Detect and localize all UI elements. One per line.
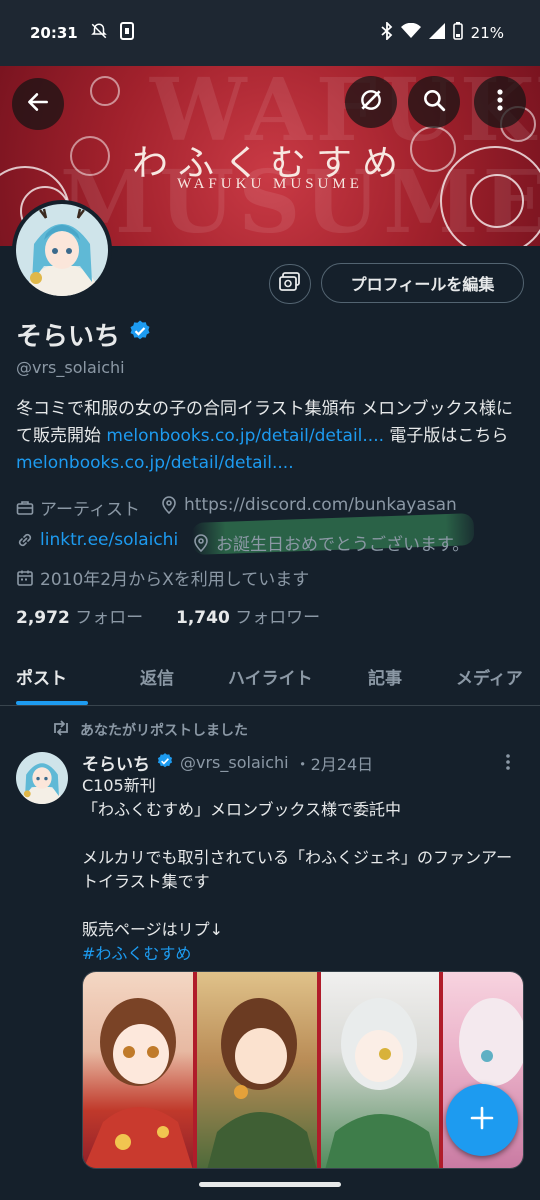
more-button[interactable] — [474, 76, 526, 128]
post-date: ・2月24日 — [294, 754, 374, 774]
sim-icon — [119, 22, 134, 44]
subscribe-card-button[interactable] — [269, 264, 311, 304]
tab-replies[interactable]: 返信 — [140, 664, 174, 689]
location-pin-icon — [192, 533, 210, 552]
media-panel-1 — [83, 972, 193, 1168]
category-text: アーティスト — [40, 500, 140, 520]
repost-label: あなたがリポストしました — [80, 723, 248, 739]
followers-label: フォロワー — [235, 608, 321, 628]
repost-icon — [52, 720, 70, 740]
post-author-name[interactable]: そらいち — [82, 750, 150, 775]
bio-text-2: 電子版はこちら — [384, 426, 509, 446]
edit-profile-button[interactable]: プロフィールを編集 — [321, 263, 524, 303]
search-icon — [421, 87, 447, 117]
profile-location: お誕生日おめでとうございます。 — [192, 530, 469, 555]
location-pin-icon — [160, 496, 178, 515]
follow-counts: 2,972 フォロー 1,740 フォロワー — [16, 603, 320, 628]
no-notification-icon — [90, 22, 108, 44]
battery-percent: 21% — [470, 24, 504, 42]
followers-count: 1,740 — [176, 608, 230, 628]
profile-tabs: ポスト 返信 ハイライト 記事 メディア — [0, 652, 540, 706]
profile-link[interactable]: linktr.ee/solaichi — [16, 530, 178, 550]
repost-indicator: あなたがリポストしました — [52, 720, 248, 740]
tab-articles[interactable]: 記事 — [368, 664, 402, 689]
media-panel-3 — [321, 972, 439, 1168]
website-text: https://discord.com/bunkayasan — [184, 495, 457, 515]
profile-handle: @vrs_solaichi — [16, 358, 125, 377]
location-text: お誕生日おめでとうございます。 — [216, 535, 470, 555]
profile-bio: 冬コミで和服の女の子の合同イラスト集頒布 メロンブックス様にて販売開始 melo… — [16, 396, 528, 477]
search-button[interactable] — [408, 76, 460, 128]
card-icon — [279, 272, 301, 296]
followers-link[interactable]: 1,740 フォロワー — [176, 608, 320, 628]
following-link[interactable]: 2,972 フォロー — [16, 608, 143, 628]
banner-logo-en: WAFUKU MUSUME — [177, 176, 363, 192]
post-hashtag[interactable]: #わふくむすめ — [82, 944, 191, 963]
profile-name: そらいち — [16, 322, 121, 352]
post-more-button[interactable] — [504, 752, 512, 776]
bio-link-1[interactable]: melonbooks.co.jp/detail/detail.... — [106, 426, 384, 446]
post-author-avatar[interactable] — [16, 752, 68, 804]
link-icon — [16, 531, 34, 549]
following-label: フォロー — [75, 608, 144, 628]
tab-highlights[interactable]: ハイライト — [228, 664, 313, 689]
verified-badge-icon — [156, 752, 174, 774]
bio-link-2[interactable]: melonbooks.co.jp/detail/detail.... — [16, 453, 294, 473]
compose-button[interactable] — [446, 1084, 518, 1156]
joined-text: 2010年2月からXを利用しています — [40, 570, 310, 590]
slash-circle-icon — [358, 87, 384, 117]
status-time: 20:31 — [30, 24, 78, 42]
profile-name-row: そらいち — [16, 316, 152, 353]
profile-website: https://discord.com/bunkayasan — [160, 495, 457, 515]
profile-category: アーティスト — [16, 495, 140, 520]
calendar-icon — [16, 569, 34, 587]
tab-posts[interactable]: ポスト — [16, 664, 67, 689]
home-indicator[interactable] — [199, 1182, 341, 1187]
plus-icon — [469, 1105, 495, 1135]
signal-icon — [428, 23, 445, 43]
following-count: 2,972 — [16, 608, 70, 628]
tab-media[interactable]: メディア — [456, 664, 523, 689]
link-text[interactable]: linktr.ee/solaichi — [40, 530, 178, 550]
grok-button[interactable] — [345, 76, 397, 128]
back-button[interactable] — [12, 78, 64, 130]
active-tab-indicator — [16, 701, 88, 705]
post-header: そらいち @vrs_solaichi ・2月24日 — [82, 750, 373, 775]
more-vertical-icon — [496, 88, 504, 116]
profile-joined: 2010年2月からXを利用しています — [16, 565, 309, 590]
arrow-left-icon — [25, 89, 51, 119]
verified-badge-icon[interactable] — [128, 319, 152, 350]
status-bar: 20:31 21% — [0, 0, 540, 66]
battery-icon — [452, 22, 463, 44]
briefcase-icon — [16, 499, 34, 517]
post-body: C105新刊 「わふくむすめ」メロンブックス様で委託中 メルカリでも取引されてい… — [82, 774, 522, 966]
profile-avatar[interactable] — [12, 200, 112, 300]
bluetooth-icon — [381, 20, 393, 44]
media-panel-2 — [197, 972, 317, 1168]
wifi-icon — [400, 22, 421, 43]
post-author-handle: @vrs_solaichi — [180, 753, 289, 772]
post-text: C105新刊 「わふくむすめ」メロンブックス様で委託中 メルカリでも取引されてい… — [82, 776, 513, 939]
